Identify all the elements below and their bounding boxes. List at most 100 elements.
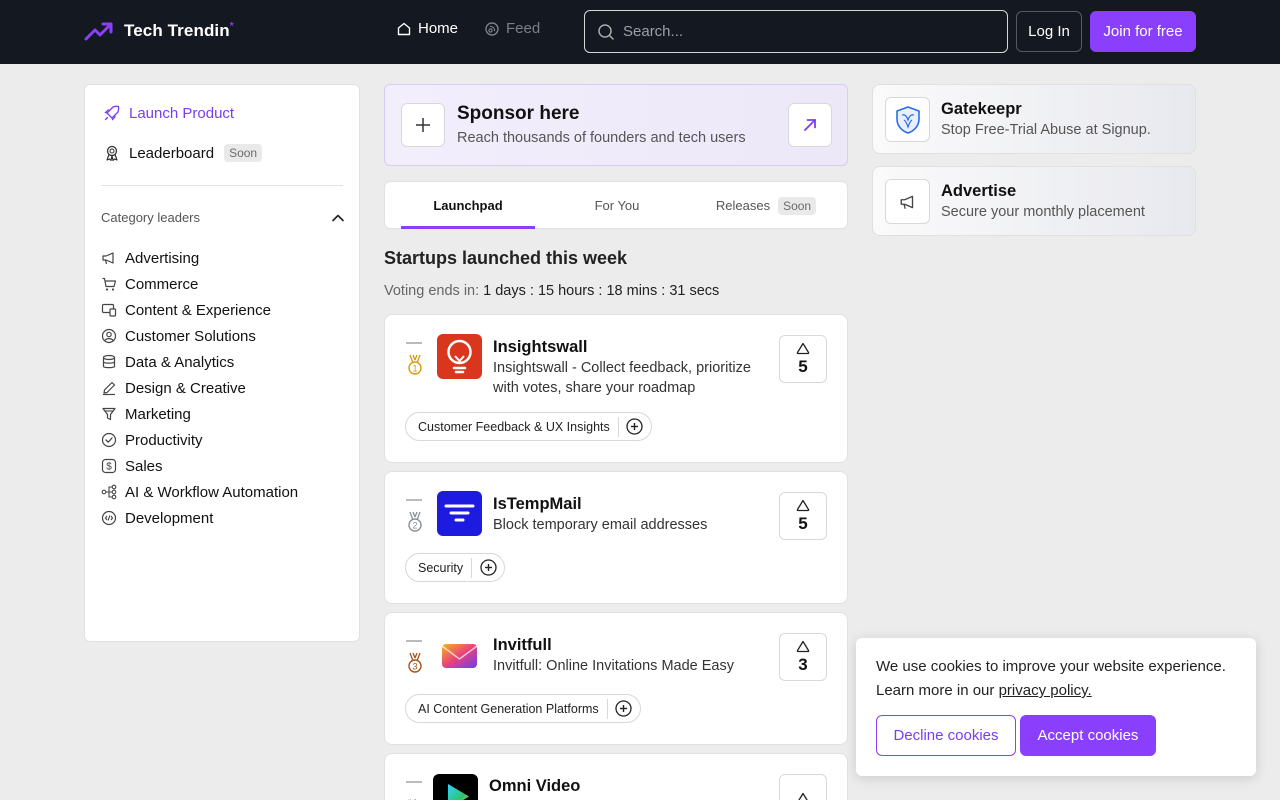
ad-title: Gatekeepr bbox=[941, 100, 1022, 118]
gold-medal-icon: 1 bbox=[408, 354, 422, 375]
category-tag[interactable]: Customer Feedback & UX Insights bbox=[405, 412, 652, 441]
decline-cookies-button[interactable]: Decline cookies bbox=[876, 715, 1016, 756]
insightswall-logo bbox=[437, 334, 482, 379]
pen-icon bbox=[103, 381, 116, 396]
product-card[interactable]: 1 Insightswall Insightswall - Collect fe… bbox=[384, 314, 848, 463]
advertise-icon-box bbox=[885, 179, 930, 224]
product-description: Invitfull: Online Invitations Made Easy bbox=[493, 658, 734, 674]
leaderboard-link[interactable]: Leaderboard Soon bbox=[103, 144, 263, 162]
ad-advertise[interactable]: Advertise Secure your monthly placement bbox=[872, 166, 1196, 236]
rank-badge: 1 bbox=[406, 342, 424, 376]
ad-gatekeepr[interactable]: Gatekeepr Stop Free-Trial Abuse at Signu… bbox=[872, 84, 1196, 154]
product-card[interactable]: 2 IsTempMail Block temporary email addre… bbox=[384, 471, 848, 604]
upvote-button[interactable]: 5 bbox=[779, 335, 827, 383]
envelope-icon bbox=[441, 644, 478, 668]
omni-video-logo bbox=[433, 774, 478, 800]
accept-cookies-button[interactable]: Accept cookies bbox=[1020, 715, 1156, 756]
home-icon bbox=[397, 22, 411, 35]
upvote-button[interactable] bbox=[779, 774, 827, 800]
svg-text:1: 1 bbox=[412, 364, 417, 374]
rank-badge: #4 bbox=[406, 781, 424, 800]
product-name[interactable]: Omni Video bbox=[489, 777, 580, 796]
product-description: Block temporary email addresses bbox=[493, 517, 708, 533]
megaphone-icon bbox=[102, 252, 114, 265]
plus-circle-icon[interactable] bbox=[626, 418, 643, 435]
feed-tabs: Launchpad For You Releases Soon bbox=[384, 181, 848, 229]
sponsor-add-button[interactable] bbox=[401, 103, 445, 147]
sponsor-subtitle: Reach thousands of founders and tech use… bbox=[457, 130, 746, 146]
product-card[interactable]: 3 Invitfull Invitfull: Online Invitation… bbox=[384, 612, 848, 745]
svg-text:3: 3 bbox=[412, 662, 417, 672]
bronze-medal-icon: 3 bbox=[408, 652, 422, 673]
search-icon bbox=[598, 23, 614, 40]
sponsor-title: Sponsor here bbox=[457, 103, 580, 124]
svg-text:2: 2 bbox=[412, 521, 417, 531]
tab-releases[interactable]: Releases Soon bbox=[699, 182, 833, 229]
launch-product-link[interactable]: Launch Product bbox=[103, 104, 234, 122]
brand-name: Tech Trendin* bbox=[124, 21, 234, 40]
play-icon bbox=[448, 784, 469, 800]
plus-circle-icon[interactable] bbox=[615, 700, 632, 717]
shield-icon bbox=[895, 105, 920, 134]
upvote-icon bbox=[796, 499, 810, 511]
rank-badge: 3 bbox=[406, 640, 424, 674]
check-circle-icon bbox=[101, 432, 117, 448]
active-tab-indicator bbox=[401, 226, 535, 229]
upvote-icon bbox=[796, 342, 810, 354]
dollar-icon: $ bbox=[101, 458, 117, 474]
cart-icon bbox=[102, 277, 117, 291]
megaphone-icon bbox=[900, 195, 913, 209]
product-name[interactable]: Invitfull bbox=[493, 636, 552, 655]
soon-badge: Soon bbox=[224, 144, 263, 162]
gatekeepr-logo bbox=[885, 97, 930, 142]
product-description: Insightswall - Collect feedback, priorit… bbox=[493, 360, 751, 396]
rank-badge: 2 bbox=[406, 499, 424, 533]
nav-home[interactable]: Home bbox=[396, 20, 458, 37]
ad-title: Advertise bbox=[941, 182, 1017, 200]
login-button[interactable]: Log In bbox=[1016, 11, 1082, 52]
product-card[interactable]: #4 Omni Video bbox=[384, 753, 848, 800]
rocket-icon bbox=[104, 105, 120, 121]
search-bar[interactable] bbox=[584, 10, 1008, 53]
upvote-button[interactable]: 3 bbox=[779, 633, 827, 681]
product-name[interactable]: Insightswall bbox=[493, 338, 587, 357]
plus-icon bbox=[416, 118, 430, 132]
plus-circle-icon[interactable] bbox=[480, 559, 497, 576]
istempmail-logo bbox=[437, 491, 482, 536]
search-input[interactable] bbox=[623, 23, 983, 40]
sponsor-banner[interactable]: Sponsor here Reach thousands of founders… bbox=[384, 84, 848, 166]
category-tag[interactable]: AI Content Generation Platforms bbox=[405, 694, 641, 723]
cookie-banner: We use cookies to improve your website e… bbox=[856, 638, 1256, 776]
award-icon bbox=[106, 145, 118, 162]
brand-logo[interactable]: Tech Trendin* bbox=[84, 20, 234, 42]
cookie-message: We use cookies to improve your website e… bbox=[876, 658, 1226, 699]
svg-text:$: $ bbox=[106, 462, 112, 473]
tab-for-you[interactable]: For You bbox=[550, 182, 684, 229]
category-tag[interactable]: Security bbox=[405, 553, 506, 582]
main-nav: Home Feed bbox=[396, 20, 540, 37]
sidebar-divider bbox=[101, 185, 343, 186]
join-button[interactable]: Join for free bbox=[1090, 11, 1196, 52]
filter-lines-icon bbox=[444, 504, 475, 522]
tab-launchpad[interactable]: Launchpad bbox=[401, 182, 535, 229]
top-navbar: Tech Trendin* Home Feed Log In Join for … bbox=[0, 0, 1280, 64]
code-icon bbox=[101, 510, 117, 526]
ad-subtitle: Stop Free-Trial Abuse at Signup. bbox=[941, 122, 1151, 138]
lightbulb-icon bbox=[447, 339, 472, 374]
product-name[interactable]: IsTempMail bbox=[493, 495, 582, 514]
left-sidebar: Launch Product Leaderboard Soon Category… bbox=[84, 84, 360, 642]
invitfull-logo bbox=[437, 632, 482, 677]
user-circle-icon bbox=[101, 328, 117, 344]
sponsor-open-button[interactable] bbox=[788, 103, 832, 147]
privacy-policy-link[interactable]: privacy policy. bbox=[999, 682, 1092, 699]
upvote-button[interactable]: 5 bbox=[779, 492, 827, 540]
section-title: Startups launched this week bbox=[384, 248, 628, 268]
nav-feed[interactable]: Feed bbox=[484, 20, 540, 37]
category-leaders-toggle[interactable]: Category leaders bbox=[101, 210, 345, 225]
soon-badge: Soon bbox=[778, 196, 817, 215]
chevron-up-icon bbox=[332, 214, 344, 221]
upvote-icon bbox=[797, 792, 809, 800]
database-icon bbox=[102, 354, 116, 369]
arrow-up-right-icon bbox=[804, 119, 816, 131]
trending-up-icon bbox=[84, 22, 113, 41]
